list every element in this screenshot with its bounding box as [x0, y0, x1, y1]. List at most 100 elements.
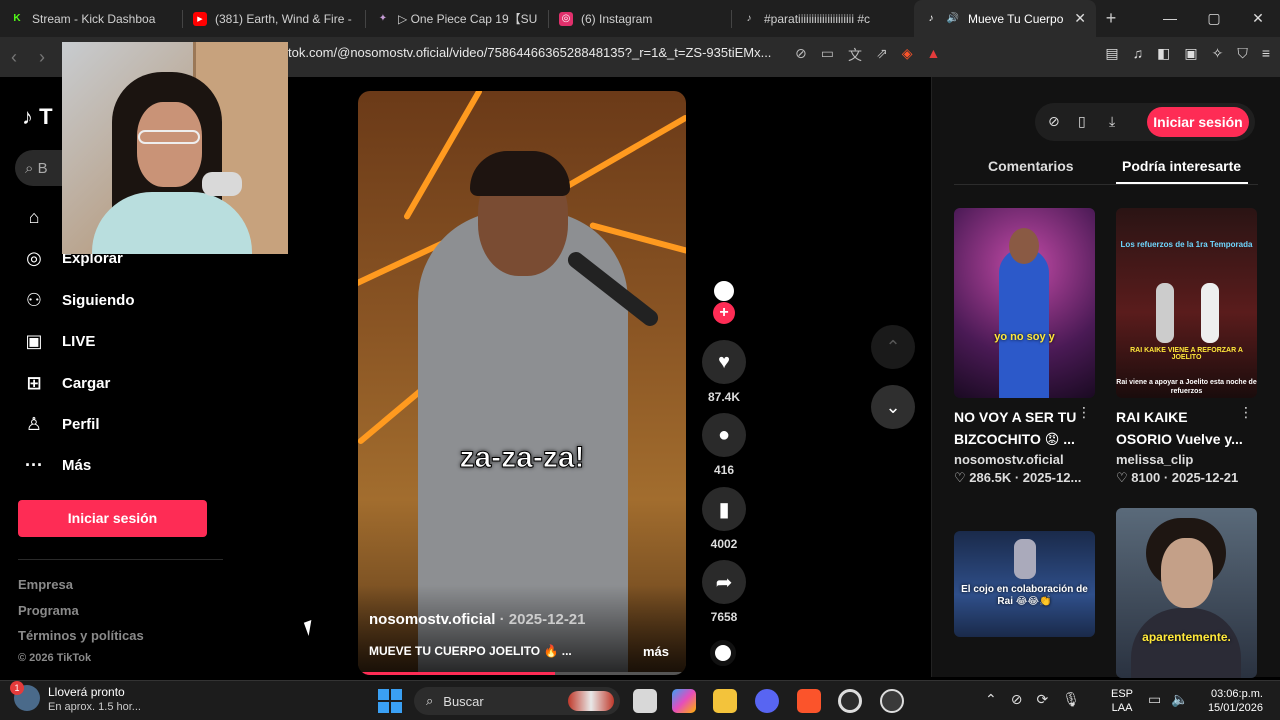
autoscroll-icon[interactable]: ⊘	[1048, 113, 1060, 130]
tab-kick[interactable]: K Stream - Kick Dashboa	[0, 0, 182, 37]
url-field[interactable]: tok.com/@nosomostv.oficial/video/7586446…	[288, 45, 771, 60]
m365-icon[interactable]	[672, 689, 696, 713]
sidebar-icon[interactable]: ◧	[1157, 45, 1170, 62]
video-thumbnail[interactable]: yo no soy y	[954, 208, 1095, 398]
tab-title: (381) Earth, Wind & Fire - S	[215, 11, 355, 26]
video-author-name[interactable]: nosomostv.oficial	[369, 611, 495, 628]
obs-icon[interactable]	[838, 689, 862, 713]
card-likes: 286.5K	[969, 470, 1012, 485]
stage-light-ray	[556, 113, 686, 195]
maximize-button[interactable]: ▢	[1192, 0, 1236, 37]
taskbar-clock[interactable]: 03:06:p.m. 15/01/2026	[1205, 687, 1263, 715]
tiktok-logo[interactable]: ♪ T	[22, 104, 53, 130]
next-video-button[interactable]: ⌄	[871, 385, 915, 429]
caption-more-button[interactable]: más	[643, 644, 669, 659]
minimize-button[interactable]: —	[1148, 0, 1192, 37]
sidebar-item-live[interactable]: ▣ LIVE	[22, 331, 95, 352]
video-progress-bar[interactable]	[358, 672, 686, 675]
search-highlight-icon	[568, 691, 614, 711]
share-button[interactable]: ➦ 7658	[702, 560, 746, 624]
video-player[interactable]: za-za-za! nosomostv.oficial · 2025-12-21…	[358, 91, 686, 675]
new-tab-button[interactable]: +	[1096, 8, 1126, 29]
card-title[interactable]: RAI KAIKE OSORIO Vuelve y...	[1116, 406, 1257, 450]
music-disc-icon[interactable]	[710, 640, 736, 666]
video-thumbnail[interactable]: Los refuerzos de la 1ra Temporada RAI KA…	[1116, 208, 1257, 398]
reader-mode-icon[interactable]: ▤	[1105, 45, 1118, 62]
save-button[interactable]: ▮ 4002	[702, 487, 746, 551]
tab-tiktok-parati[interactable]: ♪ #paratiiiiiiiiiiiiiiiiiiiii #c	[732, 0, 914, 37]
chevron-up-icon[interactable]: ⌃	[985, 691, 997, 708]
browser-toolbar-icons: ▤ ♫ ◧ ▣ ✧ ⛉ ≡	[1105, 45, 1270, 62]
share-page-icon[interactable]: ⇗	[876, 45, 888, 65]
card-menu-icon[interactable]: ⋮	[1077, 404, 1091, 421]
file-explorer-icon[interactable]	[713, 689, 737, 713]
sidebar-item-following[interactable]: ⚇ Siguiendo	[22, 290, 135, 311]
brave-browser-icon[interactable]	[797, 689, 821, 713]
card-menu-icon[interactable]: ⋮	[1239, 404, 1253, 421]
creator-avatar[interactable]	[710, 277, 738, 305]
recommended-video-card[interactable]: aparentemente.	[1116, 508, 1257, 678]
mouse-cursor-icon	[303, 620, 317, 636]
thumbnail-figure	[1156, 283, 1174, 343]
cast-icon[interactable]: ▭	[821, 45, 834, 65]
taskbar-search[interactable]: ⌕ Buscar	[414, 687, 620, 715]
recommended-video-card[interactable]: El cojo en colaboración de Rai 😂😂👏	[954, 531, 1095, 637]
recommended-video-card[interactable]: Los refuerzos de la 1ra Temporada RAI KA…	[1116, 208, 1257, 486]
sync-icon[interactable]: ⟳	[1036, 691, 1048, 708]
task-view-icon[interactable]	[633, 689, 657, 713]
sidebar-item-more[interactable]: ··· Más	[22, 455, 91, 476]
footer-link-terms[interactable]: Términos y políticas	[18, 628, 144, 643]
footer-link-program[interactable]: Programa	[18, 603, 79, 618]
close-window-button[interactable]: ✕	[1236, 0, 1280, 37]
no-tracking-icon[interactable]: ⊘	[795, 45, 807, 65]
tab-instagram[interactable]: ◎ (6) Instagram	[549, 0, 731, 37]
video-author[interactable]: nosomostv.oficial · 2025-12-21	[369, 611, 586, 628]
tab-comments[interactable]: Comentarios	[988, 158, 1074, 174]
video-thumbnail[interactable]: aparentemente.	[1116, 508, 1257, 678]
card-author[interactable]: nosomostv.oficial	[954, 452, 1095, 467]
network-off-icon[interactable]: ⊘	[1011, 691, 1023, 708]
phone-icon[interactable]: ▯	[1078, 113, 1086, 130]
menu-icon[interactable]: ≡	[1262, 45, 1270, 62]
brave-shield-icon[interactable]: ◈	[902, 45, 913, 65]
search-icon: ⌕	[25, 159, 34, 177]
translate-icon[interactable]: 文	[848, 45, 862, 65]
like-button[interactable]: ♥ 87.4K	[702, 340, 746, 404]
back-arrow-icon[interactable]: ‹	[0, 47, 28, 68]
input-language[interactable]: ESP LAA	[1111, 687, 1133, 715]
quick-settings[interactable]: ▭ 🔈	[1148, 691, 1189, 708]
sidebar-item-profile[interactable]: ♙ Perfil	[22, 414, 100, 435]
leo-ai-icon[interactable]: ✧	[1212, 45, 1224, 62]
comment-button[interactable]: ● 416	[702, 413, 746, 477]
weather-widget[interactable]: 1 Lloverá pronto En aprox. 1.5 hor...	[10, 681, 141, 715]
settings-app-icon[interactable]	[880, 689, 904, 713]
download-icon[interactable]: ⤓	[1109, 113, 1115, 130]
wallet-icon[interactable]: ▣	[1184, 45, 1197, 62]
start-button[interactable]	[378, 689, 402, 713]
login-button[interactable]: Iniciar sesión	[18, 500, 207, 537]
footer-link-company[interactable]: Empresa	[18, 577, 73, 592]
discord-icon[interactable]	[755, 689, 779, 713]
tab-one-piece[interactable]: ✦ ▷ One Piece Cap 19【SUB	[366, 0, 548, 37]
video-thumbnail[interactable]: El cojo en colaboración de Rai 😂😂👏	[954, 531, 1095, 637]
sidebar-item-home[interactable]: ⌂	[22, 207, 46, 228]
card-author[interactable]: melissa_clip	[1116, 452, 1257, 467]
sidebar-item-upload[interactable]: ⊞ Cargar	[22, 373, 110, 394]
login-button-header[interactable]: Iniciar sesión	[1147, 107, 1249, 137]
forward-arrow-icon[interactable]: ›	[28, 47, 56, 68]
card-meta: ♡ 8100 · 2025-12-21	[1116, 470, 1239, 485]
close-tab-icon[interactable]: ✕	[1074, 10, 1086, 27]
brave-rewards-icon[interactable]: ▲	[926, 45, 940, 65]
microphone-icon[interactable]: 🎙	[1062, 691, 1080, 708]
tab-tiktok-active[interactable]: ♪ 🔊 Mueve Tu Cuerpo c ✕	[914, 0, 1096, 37]
recommended-video-card[interactable]: yo no soy y NO VOY A SER TU BIZCOCHITO 😡…	[954, 208, 1095, 486]
video-progress-fill	[358, 672, 555, 675]
tab-recommended[interactable]: Podría interesarte	[1122, 158, 1241, 174]
follow-plus-icon[interactable]: +	[713, 302, 735, 324]
vpn-icon[interactable]: ⛉	[1237, 45, 1248, 62]
tab-youtube[interactable]: ▶ (381) Earth, Wind & Fire - S	[183, 0, 365, 37]
previous-video-button[interactable]: ⌃	[871, 325, 915, 369]
card-title[interactable]: NO VOY A SER TU BIZCOCHITO 😡 ...	[954, 406, 1095, 450]
bookmark-icon: ▮	[702, 487, 746, 531]
media-icon[interactable]: ♫	[1133, 45, 1144, 62]
